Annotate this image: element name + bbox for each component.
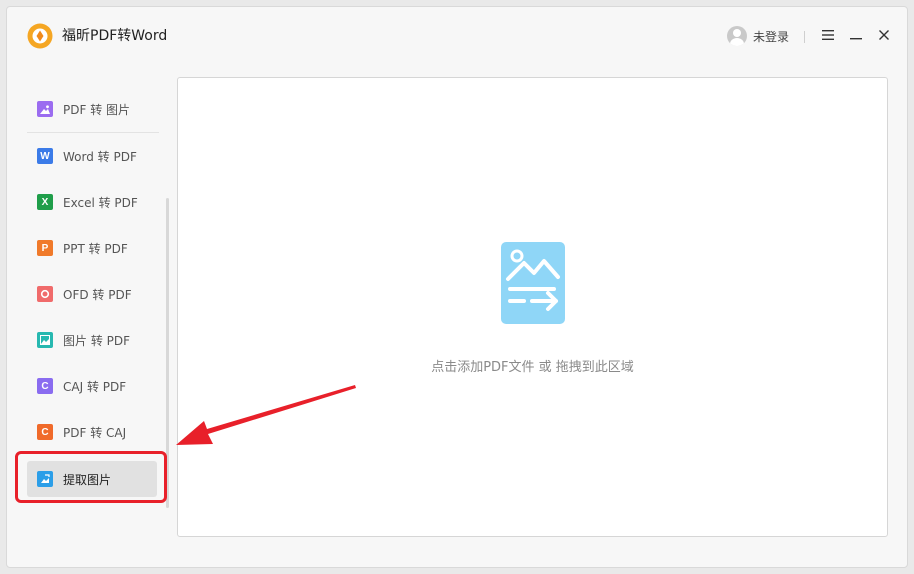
login-button[interactable]: 未登录 bbox=[727, 26, 789, 46]
sidebar-item-image-to-pdf[interactable]: 图片 转 PDF bbox=[27, 322, 157, 358]
sidebar-item-label: OFD 转 PDF bbox=[63, 287, 132, 302]
ofd-file-icon bbox=[37, 286, 53, 302]
title-bar: 福昕PDF转Word 未登录 bbox=[7, 7, 907, 65]
sidebar-item-label: CAJ 转 PDF bbox=[63, 379, 127, 394]
caj-convert-icon: C bbox=[37, 424, 53, 440]
highlight-box bbox=[15, 451, 167, 503]
sidebar-item-pdf-to-image[interactable]: PDF 转 图片 bbox=[27, 91, 157, 127]
login-label: 未登录 bbox=[753, 29, 790, 44]
sidebar-item-pdf-to-caj[interactable]: C PDF 转 CAJ bbox=[27, 414, 157, 450]
menu-button[interactable] bbox=[818, 25, 838, 45]
sidebar-item-label: Word 转 PDF bbox=[63, 149, 137, 164]
ppt-file-icon: P bbox=[37, 240, 53, 256]
app-title: 福昕PDF转Word bbox=[62, 28, 168, 44]
avatar-icon bbox=[727, 26, 747, 46]
sidebar-item-ofd-to-pdf[interactable]: OFD 转 PDF bbox=[27, 276, 157, 312]
app-window: 福昕PDF转Word 未登录 PDF 转 图片 W Word 转 PDF X E… bbox=[6, 6, 908, 568]
titlebar-divider bbox=[804, 31, 805, 43]
close-button[interactable] bbox=[874, 25, 894, 45]
sidebar-item-excel-to-pdf[interactable]: X Excel 转 PDF bbox=[27, 184, 157, 220]
sidebar-divider bbox=[27, 132, 159, 133]
caj-file-icon: C bbox=[37, 378, 53, 394]
sidebar-item-ppt-to-pdf[interactable]: P PPT 转 PDF bbox=[27, 230, 157, 266]
minimize-icon bbox=[850, 38, 862, 40]
word-file-icon: W bbox=[37, 148, 53, 164]
sidebar-item-label: PDF 转 CAJ bbox=[63, 425, 127, 440]
menu-icon bbox=[822, 30, 834, 40]
picture-file-icon bbox=[37, 332, 53, 348]
sidebar-item-label: PPT 转 PDF bbox=[63, 241, 128, 256]
sidebar-item-label: 图片 转 PDF bbox=[63, 333, 131, 348]
sidebar-item-word-to-pdf[interactable]: W Word 转 PDF bbox=[27, 138, 157, 174]
sidebar-item-label: Excel 转 PDF bbox=[63, 195, 138, 210]
image-file-icon bbox=[37, 101, 53, 117]
minimize-button[interactable] bbox=[846, 25, 866, 45]
close-icon bbox=[879, 30, 889, 40]
sidebar-item-caj-to-pdf[interactable]: C CAJ 转 PDF bbox=[27, 368, 157, 404]
sidebar-item-label: PDF 转 图片 bbox=[63, 102, 131, 117]
app-logo-icon bbox=[27, 23, 53, 49]
file-drop-zone[interactable]: 点击添加PDF文件 或 拖拽到此区域 bbox=[177, 77, 888, 537]
excel-file-icon: X bbox=[37, 194, 53, 210]
upload-image-icon bbox=[501, 242, 565, 324]
drop-hint: 点击添加PDF文件 或 拖拽到此区域 bbox=[431, 360, 634, 375]
